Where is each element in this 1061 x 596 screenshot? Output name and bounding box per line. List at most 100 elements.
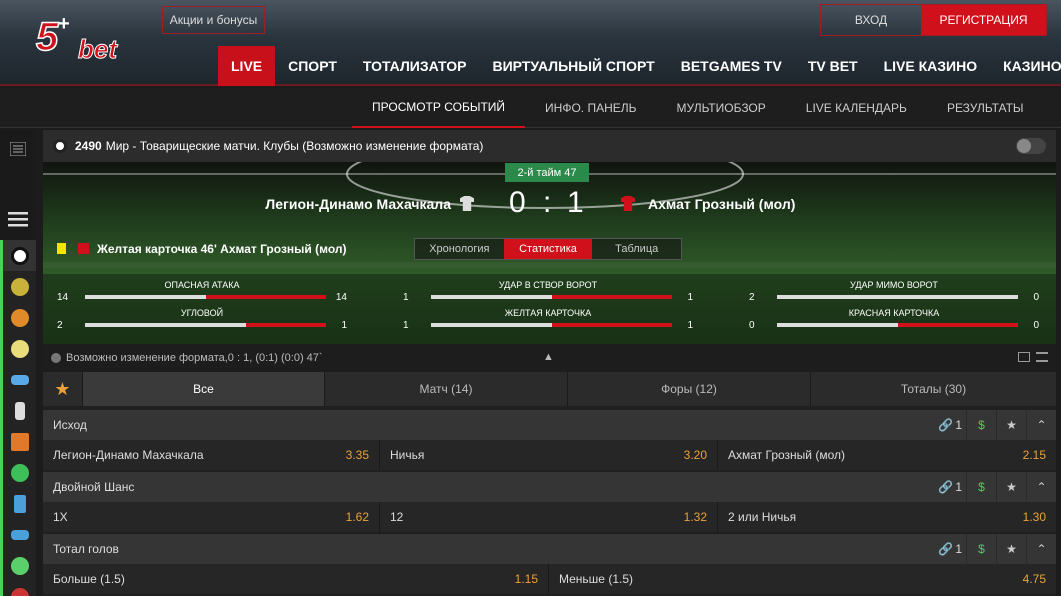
link-count: 1 xyxy=(955,480,962,494)
subnav-events[interactable]: ПРОСМОТР СОБЫТИЙ xyxy=(352,88,526,128)
stat-away-value: 14 xyxy=(335,292,347,303)
link-icon[interactable]: 🔗 1 xyxy=(938,472,966,502)
tab-table[interactable]: Таблица xyxy=(592,239,681,259)
compass-toggle-icon[interactable] xyxy=(1016,138,1046,154)
nav-tvbet[interactable]: TV BET xyxy=(795,46,871,86)
star-icon[interactable]: ★ xyxy=(996,472,1026,502)
market-header[interactable]: Исход 🔗 1 $ ★ ⌃ xyxy=(43,410,1056,440)
chevron-up-icon[interactable]: ⌃ xyxy=(1026,410,1056,440)
market-header[interactable]: Двойной Шанс 🔗 1 $ ★ ⌃ xyxy=(43,472,1056,502)
chevron-up-icon[interactable]: ⌃ xyxy=(1026,534,1056,564)
filter-all[interactable]: Все xyxy=(83,372,325,406)
stat-bar xyxy=(777,295,1018,299)
favorite-star-icon[interactable]: ★ xyxy=(43,372,83,406)
link-icon[interactable]: 🔗 1 xyxy=(938,410,966,440)
filter-totals[interactable]: Тоталы (30) xyxy=(811,372,1056,406)
outcome-cell[interactable]: Легион-Динамо Махачкала 3.35 xyxy=(43,440,380,470)
table-game-icon[interactable] xyxy=(0,488,36,519)
market-title: Тотал голов xyxy=(53,542,119,556)
dollar-icon[interactable]: $ xyxy=(966,410,996,440)
star-icon[interactable]: ★ xyxy=(996,410,1026,440)
list-layout-icon[interactable] xyxy=(1036,352,1048,362)
yellow-card-icon xyxy=(57,243,66,254)
tennis-icon[interactable] xyxy=(0,271,36,302)
link-icon[interactable]: 🔗 1 xyxy=(938,534,966,564)
stat-bar-home xyxy=(85,323,247,327)
outcome-name: Ничья xyxy=(390,448,425,462)
outcome-name: Легион-Динамо Махачкала xyxy=(53,448,204,462)
outcome-cell[interactable]: Больше (1.5) 1.15 xyxy=(43,564,549,594)
subnav-multiview[interactable]: МУЛЬТИОБЗОР xyxy=(657,88,786,128)
subnav-live-calendar[interactable]: LIVE КАЛЕНДАРЬ xyxy=(786,88,927,128)
nav-live-casino[interactable]: LIVE КАЗИНО xyxy=(871,46,991,86)
market-title: Двойной Шанс xyxy=(53,480,135,494)
bandy-icon[interactable] xyxy=(0,519,36,550)
stat-away-value: 0 xyxy=(1033,292,1039,303)
badminton-icon[interactable] xyxy=(0,395,36,426)
outcome-cell[interactable]: Ахмат Грозный (мол) 2.15 xyxy=(718,440,1056,470)
dollar-icon[interactable]: $ xyxy=(966,534,996,564)
score-away: 1 xyxy=(567,186,584,219)
tab-statistics[interactable]: Статистика xyxy=(503,239,593,259)
list-view-icon[interactable] xyxy=(4,136,32,162)
logo[interactable]: 5 + bet xyxy=(34,8,144,70)
info-line-text: Возможно изменение формата,0 : 1, (0:1) … xyxy=(66,352,323,364)
stat-bar-home xyxy=(431,295,552,299)
outcome-name: 1X xyxy=(53,510,68,524)
sports-sidebar xyxy=(0,130,36,596)
nav-casino[interactable]: КАЗИНО xyxy=(990,46,1061,86)
stat-label: УДАР В СТВОР ВОРОТ xyxy=(498,280,598,290)
stat-bar xyxy=(431,295,672,299)
nav-live[interactable]: LIVE xyxy=(218,46,276,86)
svg-text:bet: bet xyxy=(78,34,118,64)
match-statistics: ОПАСНАЯ АТАКА 14 14 УДАР В СТВОР ВОРОТ 1 1 УДА… xyxy=(43,274,1056,344)
hockey-icon[interactable] xyxy=(0,364,36,395)
outcome-name: Ахмат Грозный (мол) xyxy=(728,448,845,462)
login-button[interactable]: ВХОД xyxy=(821,5,921,35)
market-double-chance: Двойной Шанс 🔗 1 $ ★ ⌃ 1X 1.62 12 1.32 2 ил… xyxy=(43,472,1056,532)
darts-icon[interactable] xyxy=(0,581,36,596)
stat-bar-home xyxy=(431,323,552,327)
filter-match[interactable]: Матч (14) xyxy=(325,372,568,406)
away-team-name: Ахмат Грозный (мол) xyxy=(648,196,796,212)
register-button[interactable]: РЕГИСТРАЦИЯ xyxy=(921,5,1046,35)
football-icon[interactable] xyxy=(0,240,36,271)
subnav-info-panel[interactable]: ИНФО. ПАНЕЛЬ xyxy=(525,88,656,128)
basketball-icon[interactable] xyxy=(0,302,36,333)
svg-text:5: 5 xyxy=(36,15,59,59)
stat-label: УДАР МИМО ВОРОТ xyxy=(850,280,938,290)
promo-button[interactable]: Акции и бонусы xyxy=(162,6,265,34)
grid-view-icon[interactable] xyxy=(1018,352,1030,362)
subnav-results[interactable]: РЕЗУЛЬТАТЫ xyxy=(927,88,1044,128)
stat-bar xyxy=(777,323,1018,327)
volleyball-icon[interactable] xyxy=(0,333,36,364)
nav-virtual-sport[interactable]: ВИРТУАЛЬНЫЙ СПОРТ xyxy=(479,46,667,86)
menu-icon[interactable] xyxy=(4,206,32,232)
match-scoreboard: 2-й тайм 47 Легион-Динамо Махачкала 0 : … xyxy=(43,162,1056,344)
outcome-odd: 4.75 xyxy=(1022,572,1046,586)
chevron-up-icon[interactable]: ⌃ xyxy=(1026,472,1056,502)
outcome-cell[interactable]: Меньше (1.5) 4.75 xyxy=(549,564,1056,594)
outcome-cell[interactable]: 2 или Ничья 1.30 xyxy=(718,502,1056,532)
outcome-cell[interactable]: 1X 1.62 xyxy=(43,502,380,532)
outcome-odd: 1.30 xyxy=(1022,510,1046,524)
market-header[interactable]: Тотал голов 🔗 1 $ ★ ⌃ xyxy=(43,534,1056,564)
filter-handicaps[interactable]: Форы (12) xyxy=(568,372,811,406)
esports-icon[interactable] xyxy=(0,426,36,457)
dollar-icon[interactable]: $ xyxy=(966,472,996,502)
outcome-cell[interactable]: 12 1.32 xyxy=(380,502,718,532)
market-filter-tabs: ★ Все Матч (14) Форы (12) Тоталы (30) xyxy=(43,372,1056,406)
futsal-icon[interactable] xyxy=(0,457,36,488)
stat-home-value: 0 xyxy=(749,320,755,331)
collapse-chevron-icon[interactable]: ▲ xyxy=(543,351,554,363)
nav-sport[interactable]: СПОРТ xyxy=(275,46,350,86)
page-root: 5 + bet Акции и бонусы ВХОД РЕГИСТРАЦИЯ … xyxy=(0,0,1061,596)
stat-away-value: 1 xyxy=(687,320,693,331)
nav-betgames[interactable]: BETGAMES TV xyxy=(668,46,795,86)
star-icon[interactable]: ★ xyxy=(996,534,1026,564)
stat-home-value: 2 xyxy=(749,292,755,303)
nav-totalizator[interactable]: ТОТАЛИЗАТОР xyxy=(350,46,480,86)
table-tennis-icon[interactable] xyxy=(0,550,36,581)
tab-chronology[interactable]: Хронология xyxy=(415,239,504,259)
outcome-cell[interactable]: Ничья 3.20 xyxy=(380,440,718,470)
